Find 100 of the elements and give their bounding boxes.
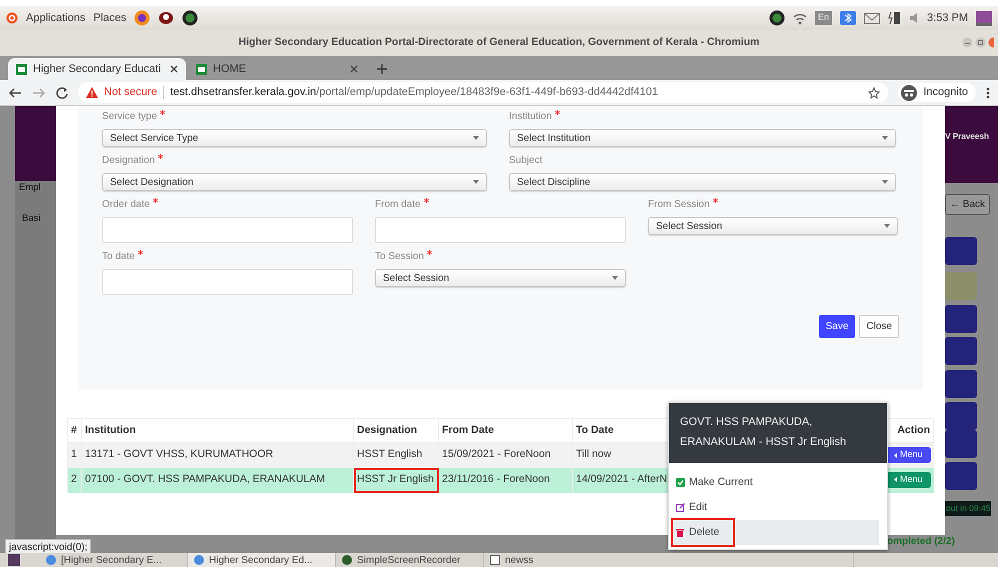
dropdown-arrow-icon bbox=[473, 180, 479, 184]
caret-icon bbox=[894, 477, 898, 482]
menu-icon[interactable] bbox=[986, 86, 990, 98]
trash-icon bbox=[676, 528, 685, 537]
column-header: # bbox=[68, 418, 82, 442]
field-label: To date bbox=[102, 249, 353, 263]
section-label: Basi bbox=[22, 212, 40, 226]
nav-tile[interactable] bbox=[945, 462, 977, 490]
menu-item[interactable]: Edit bbox=[673, 495, 879, 520]
nav-tile[interactable] bbox=[945, 337, 977, 365]
progress-status: ompleted (2/2) bbox=[887, 535, 955, 549]
back-icon[interactable] bbox=[8, 86, 22, 98]
menu-item[interactable]: Places bbox=[93, 10, 126, 26]
field-label: Institution bbox=[509, 109, 896, 123]
warning-icon bbox=[86, 87, 98, 98]
table-cell: 23/11/2016 - ForeNoon bbox=[438, 468, 572, 492]
field-label: From Session bbox=[648, 197, 898, 211]
field-label: From date bbox=[375, 197, 626, 211]
select-field[interactable]: Select Session bbox=[375, 269, 626, 287]
taskbar-item[interactable]: Higher Secondary Ed... bbox=[188, 553, 336, 567]
table-cell: 13171 - GOVT VHSS, KURUMATHOOR bbox=[82, 442, 354, 468]
nav-tile[interactable] bbox=[945, 430, 977, 458]
nav-tile[interactable] bbox=[945, 305, 977, 333]
url-text: test.dhsetransfer.kerala.gov.in/portal/emp/updateEmployee/18483f9e-63f1-449f-b693-dd4442df4101 bbox=[170, 85, 658, 100]
select-field[interactable]: Select Discipline bbox=[509, 173, 896, 191]
wifi-icon[interactable] bbox=[793, 12, 808, 24]
mail-icon[interactable] bbox=[864, 12, 880, 24]
speaker-icon[interactable] bbox=[909, 12, 920, 24]
star-icon[interactable] bbox=[868, 86, 880, 98]
minimize-icon[interactable] bbox=[962, 37, 973, 48]
table-cell: 1 bbox=[68, 442, 82, 468]
date-field[interactable] bbox=[375, 217, 626, 243]
browser-icon[interactable] bbox=[134, 10, 150, 26]
taskbar-item[interactable]: SimpleScreenRecorder bbox=[336, 553, 484, 567]
app-icon[interactable] bbox=[158, 10, 174, 26]
reload-icon[interactable] bbox=[56, 86, 68, 98]
browser-tab[interactable]: Higher Secondary Educati bbox=[8, 58, 186, 80]
menu-button[interactable]: Menu bbox=[886, 447, 930, 463]
dropdown-arrow-icon bbox=[884, 224, 890, 228]
select-field[interactable]: Select Service Type bbox=[102, 129, 487, 147]
date-field[interactable] bbox=[102, 217, 353, 243]
menu-item[interactable]: Make Current bbox=[673, 470, 879, 495]
security-warning[interactable]: Not secure bbox=[104, 84, 158, 101]
menu-item[interactable]: Applications bbox=[26, 10, 86, 26]
field-label: Service type bbox=[102, 109, 487, 123]
incognito-icon bbox=[901, 84, 918, 100]
incognito-button[interactable]: Incognito bbox=[898, 83, 976, 102]
app-icon bbox=[194, 555, 204, 565]
edit-icon bbox=[676, 503, 685, 512]
date-field[interactable] bbox=[102, 269, 353, 295]
maximize-icon[interactable] bbox=[975, 37, 986, 48]
favicon-icon bbox=[16, 64, 27, 74]
globe-icon[interactable] bbox=[182, 10, 198, 26]
app-icon bbox=[46, 555, 56, 565]
table-cell: HSST English bbox=[354, 442, 438, 468]
select-field[interactable]: Select Designation bbox=[102, 173, 487, 191]
table-cell: 2 bbox=[68, 468, 82, 492]
field-label: Designation bbox=[102, 153, 487, 167]
field-label: Order date bbox=[102, 197, 353, 211]
save-button[interactable]: Save bbox=[818, 315, 856, 338]
battery-icon[interactable] bbox=[888, 11, 902, 25]
select-field[interactable]: Select Session bbox=[648, 217, 898, 235]
menu-button[interactable]: Menu bbox=[886, 472, 930, 488]
field-label: To Session bbox=[375, 249, 626, 263]
forward-icon[interactable] bbox=[32, 86, 46, 98]
ubuntu-logo-icon[interactable] bbox=[6, 12, 18, 24]
table-cell: HSST Jr English bbox=[354, 468, 438, 492]
table-cell: 15/09/2021 - ForeNoon bbox=[438, 442, 572, 468]
status-tooltip: javascript:void(0); bbox=[5, 539, 92, 553]
table-cell: 07100 - GOVT. HSS PAMPAKUDA, ERANAKULAM bbox=[82, 468, 354, 492]
window-title: Higher Secondary Education Portal-Directorate of General Education, Government of Kerala - Chromium bbox=[238, 35, 760, 50]
field-label: Subject bbox=[509, 154, 544, 167]
address-field[interactable]: Not secure test.dhsetransfer.kerala.gov.in/portal/emp/updateEmployee/18483f9e-63f1-449f-b693-dd4442df4101 bbox=[78, 82, 888, 103]
session-timer: out in 09:45 bbox=[945, 501, 992, 516]
back-button[interactable]: ← Back bbox=[945, 194, 990, 215]
close-button[interactable]: Close bbox=[859, 315, 899, 338]
dropdown-arrow-icon bbox=[882, 180, 888, 184]
column-header: From Date bbox=[438, 418, 572, 442]
user-name: V Praveesh bbox=[945, 130, 989, 143]
dropdown-arrow-icon bbox=[882, 136, 888, 140]
app-icon bbox=[490, 555, 500, 565]
clock[interactable]: 3:53 PM bbox=[927, 10, 968, 26]
favicon-icon bbox=[196, 64, 207, 74]
new-tab-icon[interactable] bbox=[376, 63, 388, 75]
nav-tile[interactable] bbox=[945, 272, 977, 300]
browser-tab[interactable]: HOME bbox=[188, 58, 366, 80]
menu-header: GOVT. HSS PAMPAKUDA, ERANAKULAM - HSST Jr English bbox=[669, 403, 887, 463]
nav-tile[interactable] bbox=[945, 402, 977, 430]
dropdown-arrow-icon bbox=[473, 136, 479, 140]
checkbox-icon bbox=[676, 478, 685, 487]
taskbar-item[interactable]: newss bbox=[484, 553, 854, 567]
nav-tile[interactable] bbox=[945, 237, 977, 265]
caret-icon bbox=[894, 452, 898, 458]
bluetooth-icon[interactable] bbox=[840, 11, 856, 25]
select-field[interactable]: Select Institution bbox=[509, 129, 896, 147]
dropdown-arrow-icon bbox=[612, 276, 618, 280]
globe-icon[interactable] bbox=[769, 10, 786, 26]
nav-tile[interactable] bbox=[945, 370, 977, 398]
section-label: Empl bbox=[19, 181, 41, 195]
app-icon bbox=[342, 555, 352, 565]
